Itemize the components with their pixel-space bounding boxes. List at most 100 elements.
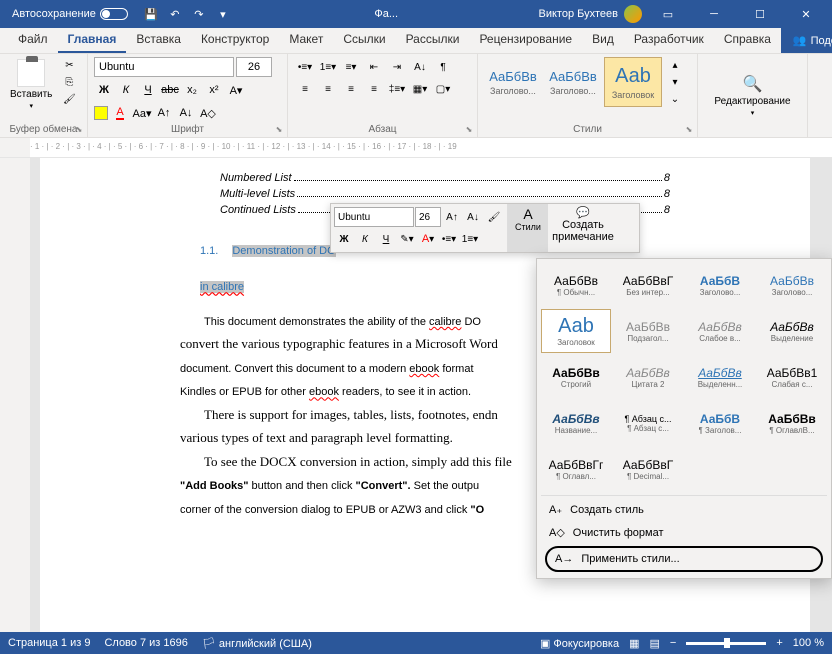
autosave-toggle[interactable]: Автосохранение — [6, 6, 134, 22]
page-indicator[interactable]: Страница 1 из 9 — [8, 637, 90, 649]
underline-button[interactable]: Ч — [138, 80, 158, 100]
mini-font-size[interactable] — [415, 207, 441, 227]
tab-layout[interactable]: Макет — [279, 28, 333, 53]
borders-button[interactable]: ▢▾ — [432, 79, 454, 99]
zoom-out-icon[interactable]: − — [670, 637, 676, 649]
clear-format-button[interactable]: A◇ — [198, 103, 218, 123]
bold-button[interactable]: Ж — [94, 80, 114, 100]
apply-styles-item[interactable]: A→Применить стили... — [545, 546, 823, 572]
cut-icon[interactable]: ✂ — [60, 57, 78, 73]
copy-icon[interactable]: ⎘ — [60, 74, 78, 90]
redo-icon[interactable]: ↷ — [188, 3, 210, 25]
mini-italic[interactable]: К — [355, 229, 375, 249]
style-option[interactable]: АаБбВв¶ Обычн... — [541, 263, 611, 307]
paste-button[interactable]: Вставить ▾ — [6, 57, 56, 134]
language-indicator[interactable]: 🏳 английский (США) — [202, 637, 312, 650]
styles-launcher[interactable]: ⬊ — [683, 123, 695, 135]
tab-review[interactable]: Рецензирование — [469, 28, 582, 53]
zoom-level[interactable]: 100 % — [793, 637, 824, 649]
style-option[interactable]: АаБбВвПодзагол... — [613, 309, 683, 353]
justify-button[interactable]: ≡ — [363, 79, 385, 99]
mini-highlight[interactable]: ✎▾ — [397, 229, 417, 249]
clear-format-item[interactable]: A◇Очистить формат — [541, 521, 827, 544]
indent-button[interactable]: ⇥ — [386, 57, 408, 77]
view-web-icon[interactable]: ▤ — [650, 637, 660, 650]
editing-button[interactable]: 🔍 Редактирование ▾ — [714, 74, 790, 117]
undo-icon[interactable]: ↶ — [164, 3, 186, 25]
tab-file[interactable]: Файл — [8, 28, 58, 53]
italic-button[interactable]: К — [116, 80, 136, 100]
multilevel-button[interactable]: ≡▾ — [340, 57, 362, 77]
tab-references[interactable]: Ссылки — [333, 28, 395, 53]
style-option[interactable]: АаБбВвСтрогий — [541, 355, 611, 399]
show-marks-button[interactable]: ¶ — [432, 57, 454, 77]
mini-underline[interactable]: Ч — [376, 229, 396, 249]
paragraph-launcher[interactable]: ⬊ — [463, 123, 475, 135]
style-option[interactable]: ¶ Абзац с...¶ Абзац с... — [613, 401, 683, 445]
font-color-button[interactable]: A — [110, 103, 130, 123]
grow-font-button[interactable]: A↑ — [154, 103, 174, 123]
style-heading3[interactable]: АаБбВвЗаголово... — [484, 57, 542, 107]
save-icon[interactable]: 💾 — [140, 3, 162, 25]
shrink-font-button[interactable]: A↓ — [176, 103, 196, 123]
line-spacing-button[interactable]: ‡≡▾ — [386, 79, 408, 99]
mini-grow-font[interactable]: A↑ — [442, 207, 462, 227]
maximize-icon[interactable]: ☐ — [740, 0, 780, 28]
strike-button[interactable]: abc — [160, 80, 180, 100]
tab-home[interactable]: Главная — [58, 28, 127, 53]
style-option[interactable]: АаbЗаголовок — [541, 309, 611, 353]
mini-styles-button[interactable]: A Стили — [508, 204, 548, 252]
style-option[interactable]: АаБбВв¶ ОглавлВ... — [757, 401, 827, 445]
zoom-slider[interactable] — [686, 642, 766, 645]
ruler-vertical[interactable] — [0, 158, 30, 638]
align-left-button[interactable]: ≡ — [294, 79, 316, 99]
format-painter-icon[interactable]: 🖌 — [60, 91, 78, 107]
style-option[interactable]: АаБбВвВыделенн... — [685, 355, 755, 399]
mini-bold[interactable]: Ж — [334, 229, 354, 249]
change-case-button[interactable]: Aa▾ — [132, 103, 152, 123]
style-option[interactable]: АаБбВвЦитата 2 — [613, 355, 683, 399]
font-size-input[interactable] — [236, 57, 272, 77]
mini-font-name[interactable] — [334, 207, 414, 227]
minimize-icon[interactable]: ─ — [694, 0, 734, 28]
font-name-input[interactable] — [94, 57, 234, 77]
styles-more-icon[interactable]: ⌄ — [666, 91, 684, 107]
ruler-horizontal[interactable]: · 1 · | · 2 · | · 3 · | · 4 · | · 5 · | … — [0, 138, 832, 158]
align-right-button[interactable]: ≡ — [340, 79, 362, 99]
effects-button[interactable]: A▾ — [226, 80, 246, 100]
word-count[interactable]: Слово 7 из 1696 — [104, 637, 187, 649]
mini-comment-button[interactable]: 💬 Создать примечание — [548, 204, 618, 252]
mini-font-color[interactable]: A▾ — [418, 229, 438, 249]
ribbon-options-icon[interactable]: ▭ — [648, 0, 688, 28]
tab-developer[interactable]: Разработчик — [624, 28, 714, 53]
focus-mode[interactable]: ▣ Фокусировка — [540, 637, 619, 650]
mini-bullets[interactable]: •≡▾ — [439, 229, 459, 249]
create-style-item[interactable]: A₊Создать стиль — [541, 498, 827, 521]
superscript-button[interactable]: x² — [204, 80, 224, 100]
style-option[interactable]: АаБбВвСлабое в... — [685, 309, 755, 353]
share-button[interactable]: 👥Поделиться — [781, 28, 832, 53]
view-print-icon[interactable]: ▦ — [629, 637, 639, 650]
user-name[interactable]: Виктор Бухтеев — [539, 8, 618, 20]
style-option[interactable]: АаБбВвГг¶ Оглавл... — [541, 447, 611, 491]
style-title[interactable]: АаbЗаголовок — [604, 57, 662, 107]
sort-button[interactable]: A↓ — [409, 57, 431, 77]
shading-button[interactable]: ▦▾ — [409, 79, 431, 99]
close-icon[interactable]: ✕ — [786, 0, 826, 28]
highlight-button[interactable] — [94, 106, 108, 120]
styles-down-icon[interactable]: ▾ — [666, 74, 684, 90]
style-heading4[interactable]: АаБбВвЗаголово... — [544, 57, 602, 107]
mini-shrink-font[interactable]: A↓ — [463, 207, 483, 227]
styles-up-icon[interactable]: ▴ — [666, 57, 684, 73]
mini-format-painter[interactable]: 🖌 — [484, 207, 504, 227]
tab-insert[interactable]: Вставка — [126, 28, 191, 53]
style-option[interactable]: АаБбВ¶ Заголов... — [685, 401, 755, 445]
tab-design[interactable]: Конструктор — [191, 28, 279, 53]
font-launcher[interactable]: ⬊ — [273, 123, 285, 135]
style-option[interactable]: АаБбВЗаголово... — [685, 263, 755, 307]
clipboard-launcher[interactable]: ⬊ — [73, 123, 85, 135]
bullets-button[interactable]: •≡▾ — [294, 57, 316, 77]
subscript-button[interactable]: x₂ — [182, 80, 202, 100]
numbering-button[interactable]: 1≡▾ — [317, 57, 339, 77]
qat-dropdown-icon[interactable]: ▾ — [212, 3, 234, 25]
